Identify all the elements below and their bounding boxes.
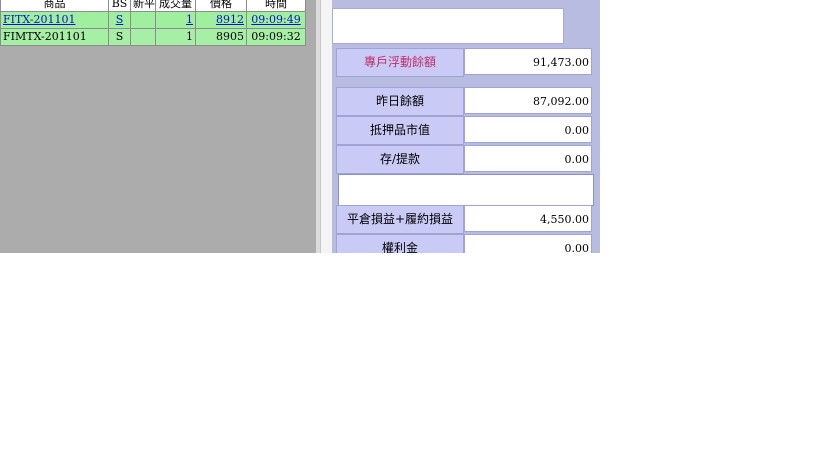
app-viewport: 商品 BS 新平 成交量 價格 時間 FITX-201101 S 1 8912 … [0,0,600,253]
floating-balance-value: 91,473.00 [464,48,592,75]
previous-balance-label: 昨日餘額 [336,87,464,116]
column-header-price[interactable]: 價格 [195,0,247,12]
deposit-withdraw-label: 存/提款 [336,145,464,174]
realized-pnl-label: 平倉損益+履約損益 [336,205,464,234]
cell-bs[interactable]: S [108,28,131,46]
column-header-product[interactable]: 商品 [0,0,109,12]
cell-product[interactable]: FIMTX-201101 [0,28,109,46]
premium-value: 0.00 [464,234,592,253]
table-row[interactable]: FIMTX-201101 S 1 8905 09:09:32 [0,28,306,46]
collateral-value: 0.00 [464,116,592,143]
premium-label: 權利金 [336,234,464,253]
column-header-volume[interactable]: 成交量 [155,0,196,12]
cell-open-close[interactable] [130,28,156,46]
previous-balance-value: 87,092.00 [464,87,592,114]
cell-time[interactable]: 09:09:49 [246,11,306,29]
balance-row-premium: 權利金 0.00 [336,234,598,253]
cell-price[interactable]: 8912 [195,11,247,29]
floating-balance-label: 專戶浮動餘額 [336,48,464,77]
column-header-time[interactable]: 時間 [246,0,306,12]
balance-row-previous: 昨日餘額 87,092.00 [336,87,598,116]
balance-row-collateral: 抵押品市值 0.00 [336,116,598,145]
deposit-withdraw-value: 0.00 [464,145,592,172]
column-header-bs[interactable]: BS [108,0,131,12]
cell-volume[interactable]: 1 [155,28,196,46]
balance-header-box [332,8,564,44]
cell-bs[interactable]: S [108,11,131,29]
cell-volume[interactable]: 1 [155,11,196,29]
account-balance-panel: 專戶浮動餘額 91,473.00 昨日餘額 87,092.00 抵押品市值 0.… [332,0,600,253]
cell-price[interactable]: 8905 [195,28,247,46]
balance-row-floating: 專戶浮動餘額 91,473.00 [336,48,598,77]
cell-time[interactable]: 09:09:32 [246,28,306,46]
balance-row-deposit-withdraw: 存/提款 0.00 [336,145,598,174]
trade-table-header: 商品 BS 新平 成交量 價格 時間 [0,0,306,12]
trade-list-panel: 商品 BS 新平 成交量 價格 時間 FITX-201101 S 1 8912 … [0,0,316,253]
cell-product[interactable]: FITX-201101 [0,11,109,29]
panel-divider [320,0,332,253]
realized-pnl-value: 4,550.00 [464,205,592,232]
panel-top-strip [564,0,600,8]
balance-row-realized-pnl: 平倉損益+履約損益 4,550.00 [336,205,598,234]
column-header-open-close[interactable]: 新平 [130,0,156,12]
cell-open-close[interactable] [130,11,156,29]
trade-table: 商品 BS 新平 成交量 價格 時間 FITX-201101 S 1 8912 … [0,0,306,46]
collateral-value-label: 抵押品市值 [336,116,464,145]
blank-input-box[interactable] [338,174,594,206]
table-row[interactable]: FITX-201101 S 1 8912 09:09:49 [0,11,306,29]
